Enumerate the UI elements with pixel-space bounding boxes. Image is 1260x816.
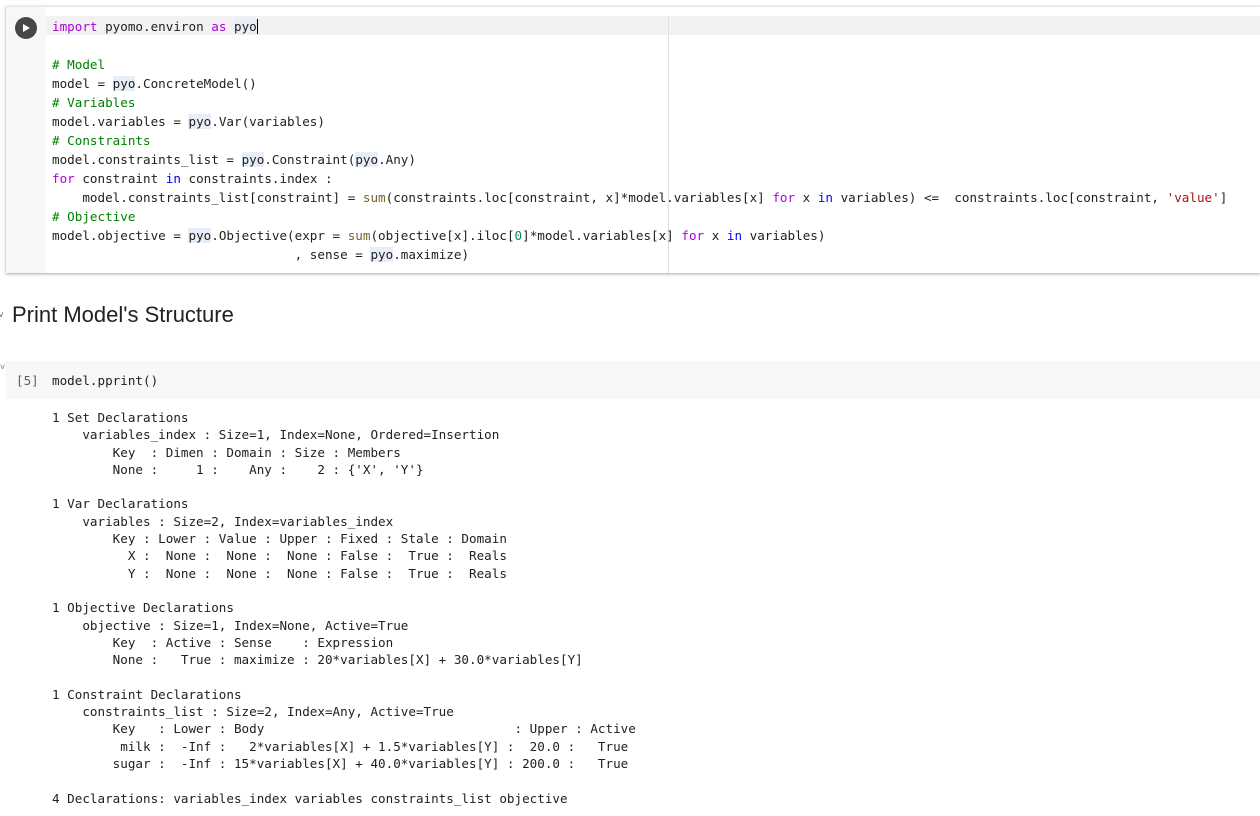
output-line: Key : Dimen : Domain : Size : Members — [52, 444, 401, 460]
code-line[interactable]: model = pyo.ConcreteModel() — [52, 74, 1227, 93]
play-icon — [23, 24, 30, 32]
cell-output: 1 Set Declarations variables_index : Siz… — [52, 409, 636, 807]
output-line: Key : Active : Sense : Expression — [52, 634, 394, 650]
code-line[interactable]: model.constraints_list[constraint] = sum… — [52, 188, 1227, 207]
output-line: Y : None : None : None : False : True : … — [52, 565, 507, 581]
code-line[interactable]: # Model — [52, 55, 1227, 74]
code-editor[interactable]: import pyomo.environ as pyo​# Modelmodel… — [46, 7, 1260, 273]
text-cursor — [256, 19, 258, 34]
code-line[interactable]: model.variables = pyo.Var(variables) — [52, 112, 1227, 131]
pprint-code[interactable]: model.pprint() — [52, 373, 158, 388]
output-line: 1 Objective Declarations — [52, 600, 234, 616]
code-line[interactable]: for constraint in constraints.index : — [52, 169, 1227, 188]
output-line: constraints_list : Size=2, Index=Any, Ac… — [52, 704, 454, 720]
output-line: Key : Lower : Value : Upper : Fixed : St… — [52, 531, 507, 547]
output-line: sugar : -Inf : 15*variables[X] + 40.0*va… — [52, 755, 629, 771]
output-line: 4 Declarations: variables_index variable… — [52, 790, 568, 806]
code-line[interactable]: # Constraints — [52, 131, 1227, 150]
output-line: variables_index : Size=1, Index=None, Or… — [52, 427, 500, 443]
output-line: 1 Set Declarations — [52, 410, 189, 425]
code-line[interactable]: import pyomo.environ as pyo — [52, 17, 1227, 36]
code-lines[interactable]: import pyomo.environ as pyo​# Modelmodel… — [52, 17, 1227, 264]
section-title: Print Model's Structure — [12, 302, 234, 327]
code-line[interactable]: # Variables — [52, 93, 1227, 112]
output-line: X : None : None : None : False : True : … — [52, 548, 507, 564]
output-line: None : 1 : Any : 2 : {'X', 'Y'} — [52, 461, 424, 477]
output-line: objective : Size=1, Index=None, Active=T… — [52, 617, 409, 633]
output-line: 1 Constraint Declarations — [52, 686, 242, 702]
output-line: variables : Size=2, Index=variables_inde… — [52, 513, 394, 529]
section-header[interactable]: ˅ Print Model's Structure — [0, 300, 234, 330]
output-line: 1 Var Declarations — [52, 496, 189, 512]
output-line: None : True : maximize : 20*variables[X]… — [52, 652, 583, 668]
code-line[interactable]: model.objective = pyo.Objective(expr = s… — [52, 226, 1227, 245]
code-line[interactable]: , sense = pyo.maximize) — [52, 245, 1227, 264]
chevron-down-icon[interactable]: ˅ — [0, 310, 8, 321]
code-cell: import pyomo.environ as pyo​# Modelmodel… — [6, 6, 1260, 273]
output-line: Key : Lower : Body : Upper : Active — [52, 721, 636, 737]
code-line[interactable]: model.constraints_list = pyo.Constraint(… — [52, 150, 1227, 169]
execution-count[interactable]: [5] — [16, 373, 39, 388]
cell-gutter — [6, 7, 46, 273]
run-cell-button[interactable] — [15, 17, 37, 39]
pprint-cell: [5] model.pprint() — [6, 361, 1260, 399]
code-line[interactable]: # Objective — [52, 207, 1227, 226]
cell-collapse-marker[interactable]: ˅ — [0, 362, 5, 372]
output-line: milk : -Inf : 2*variables[X] + 1.5*varia… — [52, 738, 629, 754]
code-line[interactable]: ​ — [52, 36, 1227, 55]
